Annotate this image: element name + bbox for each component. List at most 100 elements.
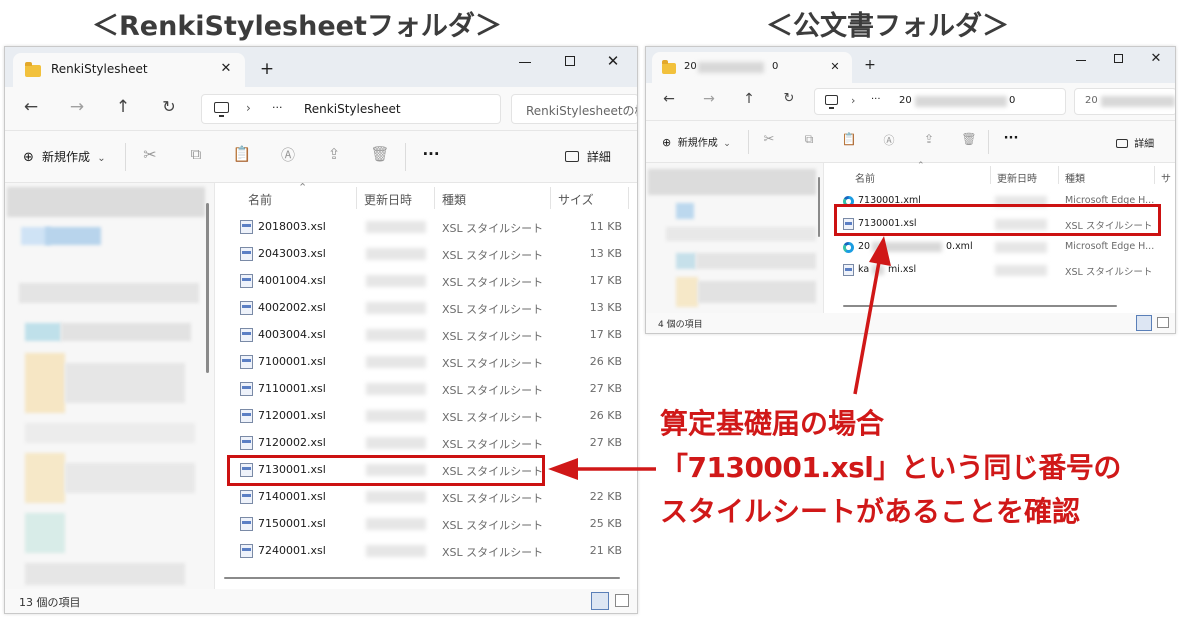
table-row[interactable]: 7100001.xsl XSL スタイルシート 26 KB	[216, 348, 637, 375]
share-icon[interactable]: ⇪	[323, 145, 345, 163]
redacted-text	[915, 96, 1007, 107]
copy-icon[interactable]: ⧉	[185, 145, 207, 163]
redacted-text	[698, 62, 764, 73]
toolbar-divider	[748, 130, 749, 154]
details-button[interactable]: 詳細	[565, 148, 611, 165]
column-header-type[interactable]: 種類	[1065, 170, 1085, 185]
share-icon[interactable]: ⇪	[920, 132, 938, 146]
table-row[interactable]: 4001004.xsl XSL スタイルシート 17 KB	[216, 267, 637, 294]
table-row[interactable]: 7120002.xsl XSL スタイルシート 27 KB	[216, 429, 637, 456]
xsl-file-icon	[240, 517, 253, 531]
tab-close-icon[interactable]: ✕	[217, 61, 235, 76]
column-header-modified[interactable]: 更新日時	[997, 170, 1037, 185]
table-row[interactable]: 7120001.xsl XSL スタイルシート 26 KB	[216, 402, 637, 429]
pane-scrollbar[interactable]	[818, 177, 820, 237]
folder-tab[interactable]: RenkiStylesheet ✕	[13, 53, 245, 87]
search-box[interactable]: 20	[1074, 88, 1175, 115]
new-button[interactable]: ⊕ 新規作成 ⌄	[23, 148, 106, 165]
redacted-date	[995, 265, 1047, 276]
right-explorer-window: 20 0 ✕ + ✕ ← → ↑ ↻ › ··· 20 0 20 ⊕ 新規作成	[645, 46, 1176, 334]
search-box[interactable]: RenkiStylesheetの検	[511, 94, 637, 124]
table-row[interactable]: 4003004.xsl XSL スタイルシート 17 KB	[216, 321, 637, 348]
more-options-icon[interactable]: ···	[1000, 131, 1022, 146]
address-ellipsis[interactable]: ···	[871, 94, 881, 105]
refresh-icon[interactable]: ↻	[780, 91, 798, 106]
table-row[interactable]: 4002002.xsl XSL スタイルシート 13 KB	[216, 294, 637, 321]
left-folder-heading: ＜RenkiStylesheetフォルダ＞	[92, 11, 502, 42]
navigation-pane[interactable]	[646, 163, 824, 315]
large-icons-view-icon[interactable]	[615, 594, 629, 607]
details-button[interactable]: 詳細	[1116, 135, 1154, 150]
table-row[interactable]: 20 0.xml Microsoft Edge H...	[825, 236, 1175, 259]
redacted-date	[366, 302, 426, 314]
tab-close-icon[interactable]: ✕	[828, 60, 842, 73]
forward-arrow-icon[interactable]: →	[700, 91, 718, 107]
column-header-size[interactable]: サイズ	[558, 191, 594, 208]
paste-icon[interactable]: 📋	[231, 145, 253, 163]
column-header-name[interactable]: 名前	[248, 191, 272, 208]
table-row[interactable]: 7140001.xsl XSL スタイルシート 22 KB	[216, 483, 637, 510]
table-row[interactable]: 7150001.xsl XSL スタイルシート 25 KB	[216, 510, 637, 537]
navigation-pane[interactable]	[5, 183, 215, 591]
file-type: XSL スタイルシート	[442, 330, 544, 343]
file-size: 13 KB	[589, 301, 622, 314]
cut-icon[interactable]: ✂	[139, 145, 161, 164]
cut-icon[interactable]: ✂	[760, 132, 778, 147]
file-size: 27 KB	[589, 436, 622, 449]
address-ellipsis[interactable]: ···	[272, 101, 283, 114]
computer-icon	[214, 102, 229, 117]
minimize-icon[interactable]	[519, 61, 531, 63]
horizontal-scrollbar[interactable]	[224, 577, 620, 579]
redacted-date	[366, 275, 426, 287]
folder-tab[interactable]: 20 0 ✕	[652, 52, 852, 83]
pane-scrollbar[interactable]	[206, 203, 209, 373]
minimize-icon[interactable]	[1076, 59, 1086, 61]
file-name-end: mi.xsl	[888, 264, 917, 275]
table-row[interactable]: 2018003.xsl XSL スタイルシート 11 KB	[216, 213, 637, 240]
pane-item-blurred	[648, 169, 816, 195]
pane-item-blurred	[25, 353, 65, 413]
more-options-icon[interactable]: ···	[419, 145, 443, 163]
maximize-icon[interactable]	[565, 56, 575, 66]
address-bar[interactable]: › ··· RenkiStylesheet	[201, 94, 501, 124]
column-header-name[interactable]: 名前	[855, 170, 875, 185]
redacted-date	[366, 491, 426, 503]
close-icon[interactable]: ✕	[1149, 51, 1163, 66]
address-folder[interactable]: RenkiStylesheet	[304, 102, 401, 116]
redacted-date	[366, 383, 426, 395]
new-label: 新規作成	[677, 138, 718, 149]
address-folder[interactable]: 20	[899, 95, 912, 106]
column-header-type[interactable]: 種類	[442, 191, 466, 208]
details-view-icon[interactable]	[1136, 315, 1152, 331]
address-bar[interactable]: › ··· 20 0	[814, 88, 1066, 115]
new-button[interactable]: ⊕ 新規作成 ⌄	[662, 134, 731, 149]
table-row[interactable]: 2043003.xsl XSL スタイルシート 13 KB	[216, 240, 637, 267]
large-icons-view-icon[interactable]	[1157, 317, 1169, 328]
copy-icon[interactable]: ⧉	[800, 132, 818, 147]
delete-icon[interactable]: 🗑	[960, 132, 978, 146]
new-tab-button[interactable]: +	[862, 57, 878, 73]
details-view-icon[interactable]	[591, 592, 609, 610]
paste-icon[interactable]: 📋	[840, 132, 858, 146]
up-arrow-icon[interactable]: ↑	[740, 91, 758, 107]
column-header-size[interactable]: サ	[1161, 170, 1171, 185]
up-arrow-icon[interactable]: ↑	[113, 97, 133, 117]
tab-title: RenkiStylesheet	[51, 62, 148, 76]
maximize-icon[interactable]	[1114, 54, 1123, 63]
rename-icon[interactable]: Ⓐ	[880, 132, 898, 148]
delete-icon[interactable]: 🗑	[369, 145, 391, 163]
file-type: XSL スタイルシート	[442, 546, 544, 559]
forward-arrow-icon[interactable]: →	[67, 97, 87, 117]
horizontal-scrollbar[interactable]	[843, 305, 1117, 307]
back-arrow-icon[interactable]: ←	[660, 91, 678, 107]
close-icon[interactable]: ✕	[605, 52, 621, 70]
back-arrow-icon[interactable]: ←	[21, 97, 41, 117]
file-name: 2018003.xsl	[258, 220, 326, 233]
refresh-icon[interactable]: ↻	[159, 97, 179, 116]
table-row[interactable]: 7240001.xsl XSL スタイルシート 21 KB	[216, 537, 637, 564]
table-row[interactable]: 7110001.xsl XSL スタイルシート 27 KB	[216, 375, 637, 402]
table-row[interactable]: ka mi.xsl XSL スタイルシート	[825, 259, 1175, 282]
new-tab-button[interactable]: +	[257, 59, 277, 79]
rename-icon[interactable]: Ⓐ	[277, 145, 299, 165]
column-header-modified[interactable]: 更新日時	[364, 191, 412, 208]
